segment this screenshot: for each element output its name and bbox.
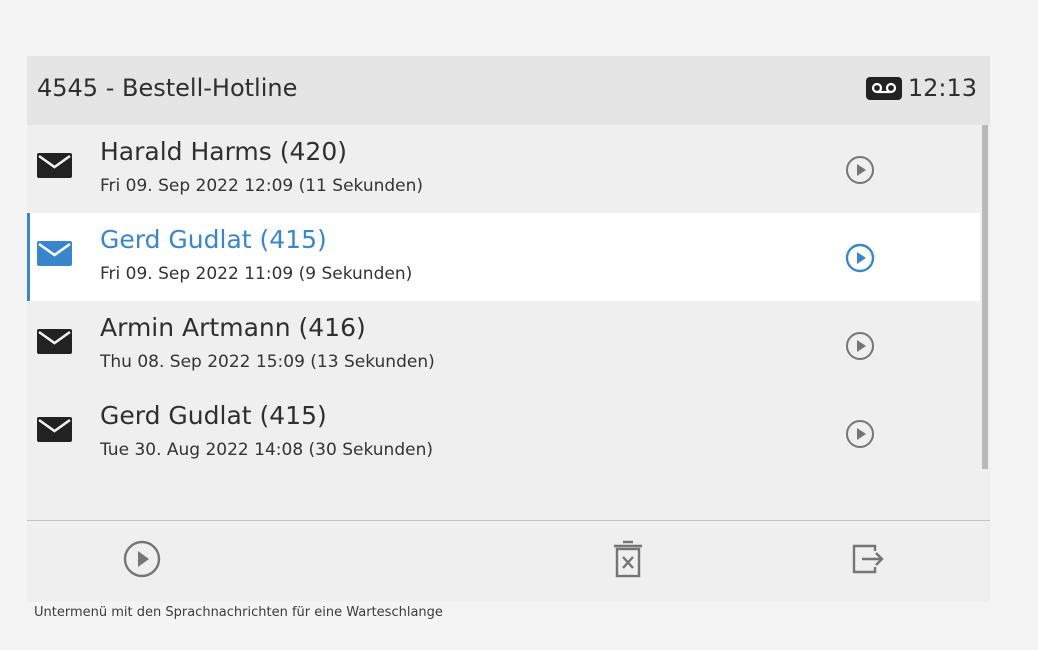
- play-icon[interactable]: [845, 419, 875, 449]
- caller-name: Gerd Gudlat (415): [100, 401, 327, 430]
- play-icon[interactable]: [845, 243, 875, 273]
- header-bar: 4545 - Bestell-Hotline 12:13: [27, 56, 990, 125]
- clock: 12:13: [907, 74, 977, 102]
- exit-icon[interactable]: [847, 539, 887, 579]
- envelope-icon: [37, 241, 72, 266]
- message-datetime: Tue 30. Aug 2022 14:08 (30 Sekunden): [100, 440, 433, 460]
- caller-name: Armin Artmann (416): [100, 313, 366, 342]
- footer-toolbar: [27, 521, 990, 602]
- trash-icon[interactable]: [608, 539, 648, 579]
- phone-screen: 4545 - Bestell-Hotline 12:13 Harald Harm…: [27, 56, 990, 602]
- message-datetime: Thu 08. Sep 2022 15:09 (13 Sekunden): [100, 352, 435, 372]
- play-icon[interactable]: [122, 539, 162, 579]
- scrollbar[interactable]: [982, 125, 988, 469]
- play-icon[interactable]: [845, 331, 875, 361]
- envelope-icon: [37, 417, 72, 442]
- status-area: 12:13: [865, 74, 977, 102]
- envelope-icon: [37, 153, 72, 178]
- message-list: Harald Harms (420) Fri 09. Sep 2022 12:0…: [27, 125, 980, 493]
- caller-name: Gerd Gudlat (415): [100, 225, 327, 254]
- caller-name: Harald Harms (420): [100, 137, 347, 166]
- page-title: 4545 - Bestell-Hotline: [37, 74, 298, 102]
- message-datetime: Fri 09. Sep 2022 11:09 (9 Sekunden): [100, 264, 413, 284]
- message-row[interactable]: Gerd Gudlat (415) Tue 30. Aug 2022 14:08…: [27, 389, 980, 477]
- image-caption: Untermenü mit den Sprachnachrichten für …: [34, 605, 443, 620]
- voicemail-icon: [865, 76, 902, 100]
- message-datetime: Fri 09. Sep 2022 12:09 (11 Sekunden): [100, 176, 424, 196]
- envelope-icon: [37, 329, 72, 354]
- play-icon[interactable]: [845, 155, 875, 185]
- message-row[interactable]: Armin Artmann (416) Thu 08. Sep 2022 15:…: [27, 301, 980, 389]
- message-row[interactable]: Harald Harms (420) Fri 09. Sep 2022 12:0…: [27, 125, 980, 213]
- message-row-selected[interactable]: Gerd Gudlat (415) Fri 09. Sep 2022 11:09…: [27, 213, 980, 301]
